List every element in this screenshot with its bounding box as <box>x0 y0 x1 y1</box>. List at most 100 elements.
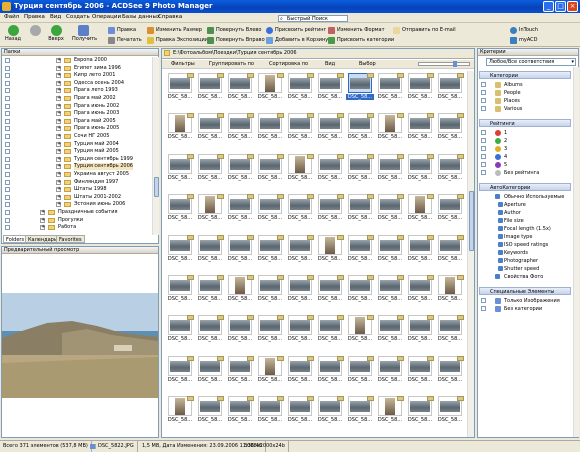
expand-icon[interactable]: + <box>56 126 61 132</box>
thumbnail-item[interactable]: DSC_58... <box>346 275 374 313</box>
criteria-item[interactable]: Aperture <box>478 201 570 209</box>
menu-help[interactable]: Справка <box>158 14 182 20</box>
expand-icon[interactable]: + <box>56 172 61 177</box>
thumbnail-item[interactable]: DSC_58... <box>376 396 404 434</box>
menu-databases[interactable]: Базы данных <box>122 14 160 20</box>
thumbnail-item[interactable]: DSC_58... <box>286 234 314 273</box>
folder-checkbox[interactable] <box>5 111 10 117</box>
assign-category-button[interactable]: Присвоить категории <box>328 36 394 45</box>
edit-button[interactable]: Правка <box>108 26 136 35</box>
thumbnail-item[interactable]: DSC_58... <box>226 113 254 151</box>
expand-icon[interactable]: + <box>56 118 61 124</box>
thumbnail-item[interactable]: DSC_58... <box>166 315 194 353</box>
criteria-item[interactable]: 1 <box>478 129 570 137</box>
thumbnail-item[interactable]: DSC_58... <box>286 355 314 394</box>
thumbnail-item[interactable]: DSC_58... <box>196 73 224 111</box>
criteria-item[interactable]: Keywords <box>478 249 570 257</box>
intouch-button[interactable]: InTouch <box>510 26 538 35</box>
criteria-scrollbar[interactable] <box>573 67 579 437</box>
thumbs-scrollbar[interactable] <box>467 71 474 437</box>
thumbnail-item[interactable]: DSC_58... <box>316 113 344 151</box>
expand-icon[interactable]: + <box>56 96 61 101</box>
folder-checkbox[interactable] <box>5 65 10 71</box>
thumbnail-item[interactable]: DSC_58... <box>226 396 254 434</box>
thumbnail-item[interactable]: DSC_58... <box>286 153 314 192</box>
folders-scroll-thumb[interactable] <box>154 177 159 197</box>
criteria-checkbox[interactable] <box>481 106 486 111</box>
expand-icon[interactable]: + <box>56 88 61 94</box>
thumbnail-item[interactable]: DSC_58... <box>256 153 284 192</box>
thumbnail-item[interactable]: DSC_58... <box>256 396 284 434</box>
folder-tree-item[interactable]: + Европа 2000 <box>2 57 156 64</box>
thumbnail-item[interactable]: DSC_58... <box>286 275 314 313</box>
folder-checkbox[interactable] <box>5 179 10 185</box>
convert-format-button[interactable]: Изменить Формат <box>328 26 385 35</box>
thumbnail-item[interactable]: DSC_58... <box>196 153 224 192</box>
thumbnail-item[interactable]: DSC_58... <box>196 113 224 151</box>
thumbnail-item[interactable]: DSC_58... <box>346 355 374 394</box>
thumbnail-item[interactable]: DSC_58... <box>256 275 284 313</box>
expand-icon[interactable]: + <box>40 217 45 223</box>
criteria-item[interactable]: Albums <box>478 81 570 89</box>
thumbnail-item[interactable]: DSC_58... <box>436 275 464 313</box>
back-button[interactable]: Назад <box>2 25 24 42</box>
folder-tree-item[interactable]: + Прага июнь 2005 <box>2 125 156 132</box>
menu-view[interactable]: Вид <box>50 14 61 20</box>
thumbnail-item[interactable]: DSC_58... <box>436 113 464 151</box>
folder-tree-item[interactable]: + Прага май 2002 <box>2 95 156 102</box>
criteria-item[interactable]: Image type <box>478 233 570 241</box>
folder-tree-item[interactable]: + Египет зима 1996 <box>2 65 156 72</box>
criteria-item[interactable]: 2 <box>478 137 570 145</box>
tab-calendar[interactable]: Календарь <box>25 235 60 243</box>
thumbnail-item[interactable]: DSC_58... <box>376 194 404 232</box>
folder-tree-item[interactable]: + Прага июнь 2003 <box>2 110 156 117</box>
forward-button[interactable] <box>24 25 46 36</box>
email-button[interactable]: Отправить по E-mail <box>393 26 456 35</box>
menu-edit[interactable]: Правка <box>24 14 45 20</box>
thumbnail-item[interactable]: DSC_58... <box>406 194 434 232</box>
expand-icon[interactable]: + <box>56 202 61 208</box>
thumbnail-item[interactable]: DSC_58... <box>286 315 314 353</box>
criteria-section-header[interactable]: Рейтинги <box>479 119 571 127</box>
thumbnail-item[interactable]: DSC_58... <box>166 396 194 434</box>
thumbnail-item[interactable]: DSC_58... <box>196 275 224 313</box>
expand-icon[interactable]: + <box>56 111 61 117</box>
thumbnail-item[interactable]: DSC_58... <box>166 113 194 151</box>
folder-checkbox[interactable] <box>5 172 10 177</box>
thumbnail-item[interactable]: DSC_58... <box>436 73 464 111</box>
folder-tree-item[interactable]: + Праздничные события <box>2 209 156 216</box>
thumbnail-item[interactable]: DSC_58... <box>196 315 224 353</box>
close-button[interactable]: × <box>567 1 578 12</box>
criteria-checkbox[interactable] <box>481 82 486 87</box>
menu-create[interactable]: Создать <box>66 14 90 20</box>
thumbnail-item[interactable]: DSC_58... <box>256 194 284 232</box>
folder-checkbox[interactable] <box>5 88 10 94</box>
folder-checkbox[interactable] <box>5 225 10 231</box>
folder-tree-item[interactable]: + Прага май 2005 <box>2 118 156 125</box>
expand-icon[interactable]: + <box>56 134 61 139</box>
thumbnail-item[interactable]: DSC_58... <box>226 153 254 192</box>
criteria-checkbox[interactable] <box>481 298 486 303</box>
folder-tree-item[interactable]: + Работа <box>2 224 156 231</box>
thumbnail-item[interactable]: DSC_58... <box>346 234 374 273</box>
tab-favorites[interactable]: Favorites <box>56 235 85 243</box>
add-to-basket-button[interactable]: Добавить в Корзину <box>266 36 328 45</box>
criteria-checkbox[interactable] <box>481 170 486 175</box>
resize-button[interactable]: Изменить Размер <box>147 26 202 35</box>
thumbnail-item[interactable]: DSC_58... <box>256 73 284 111</box>
thumbnail-item[interactable]: DSC_58... <box>346 113 374 151</box>
expand-icon[interactable]: + <box>56 80 61 86</box>
criteria-checkbox[interactable] <box>481 306 486 311</box>
thumbnail-item[interactable]: DSC_58... <box>316 153 344 192</box>
rotate-left-button[interactable]: Повернуть Влево <box>207 26 261 35</box>
match-dropdown[interactable]: Любое/Все соответствия ▾ <box>486 58 576 66</box>
folder-tree-item[interactable]: + Турция май 2004 <box>2 141 156 148</box>
thumbnail-item[interactable]: DSC_58... <box>166 275 194 313</box>
thumbnail-item[interactable]: DSC_58... <box>376 153 404 192</box>
folder-tree-item[interactable]: + Прага июнь 2002 <box>2 103 156 110</box>
thumbnail-item[interactable]: DSC_58... <box>256 355 284 394</box>
thumbnail-item[interactable]: DSC_58... <box>316 396 344 434</box>
criteria-section-header[interactable]: Специальные Элементы <box>479 287 571 295</box>
criteria-checkbox[interactable] <box>481 90 486 95</box>
folder-checkbox[interactable] <box>5 58 10 63</box>
